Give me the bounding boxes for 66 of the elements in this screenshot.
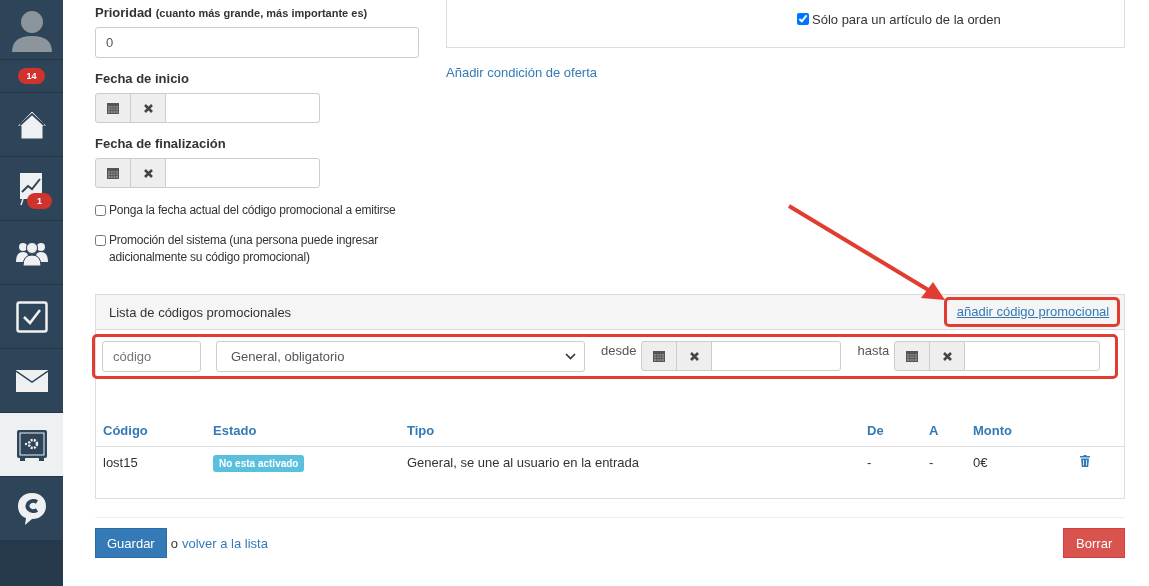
table-cell: - (860, 446, 922, 498)
table-cell: - (922, 446, 966, 498)
date-field[interactable] (711, 341, 842, 371)
calendar-icon (906, 350, 919, 362)
close-icon (142, 167, 154, 179)
checkbox-label: Ponga la fecha actual del código promocional a emitirse (109, 202, 396, 219)
add-promo-code-link[interactable]: añadir código promocional (956, 304, 1110, 319)
column-header: Código (96, 415, 206, 447)
chart-board-icon (18, 171, 45, 206)
calendar-icon (107, 167, 119, 179)
date-field[interactable] (964, 341, 1101, 371)
clear-button[interactable] (676, 341, 713, 371)
calendar-icon (107, 102, 119, 114)
column-header: Tipo (400, 415, 860, 447)
trash-icon[interactable] (1080, 455, 1090, 467)
checkbox[interactable] (797, 13, 809, 25)
priority-field[interactable]: 0 (95, 27, 419, 58)
start-date-label: Fecha de inicio (95, 71, 190, 86)
clear-button[interactable] (929, 341, 966, 371)
status-badge: No esta activado (213, 455, 305, 472)
users-icon (15, 239, 48, 266)
close-icon (688, 350, 700, 362)
save-button[interactable]: Guardar (95, 528, 167, 558)
notification-badge: 1 (27, 193, 52, 209)
sidebar-item[interactable]: 1 (0, 157, 63, 221)
to-label: hasta (857, 343, 890, 358)
add-condition-link[interactable]: Añadir condición de oferta (446, 65, 1126, 80)
safe-icon (15, 428, 48, 461)
clear-button[interactable] (130, 158, 166, 188)
column-header: A (922, 415, 966, 447)
panel-title: Lista de códigos promocionales (109, 304, 292, 320)
checkbox[interactable] (95, 205, 106, 216)
calendar-button[interactable] (894, 341, 931, 371)
close-icon (142, 102, 154, 114)
calendar-icon (653, 350, 666, 362)
from-label: desde (601, 343, 637, 358)
table-cell: 0€ (966, 446, 1068, 498)
delete-button[interactable]: Borrar (1063, 528, 1126, 558)
or-text: o (170, 535, 178, 551)
clear-button[interactable] (130, 93, 166, 123)
sidebar-item[interactable]: 14 (0, 60, 63, 93)
table-cell: General, se une al usuario en la entrada (400, 446, 860, 498)
code-field[interactable]: código (102, 341, 201, 372)
calendar-button[interactable] (95, 93, 131, 123)
column-header: Estado (206, 415, 400, 447)
checkbox-label: Promoción del sistema (una persona puede ingresar adicionalmente su código promocional) (109, 232, 380, 266)
checkbox-label: Sólo para un artículo de la orden (812, 11, 1001, 28)
calendar-button[interactable] (641, 341, 678, 371)
chat-bubble-icon (16, 491, 47, 526)
back-to-list-link[interactable]: volver a la lista (181, 535, 268, 551)
close-icon (941, 350, 953, 362)
column-header: De (860, 415, 922, 447)
checkbox[interactable] (95, 235, 106, 246)
calendar-button[interactable] (95, 158, 131, 188)
priority-label: Prioridad (cuanto más grande, más importante es) (95, 5, 369, 20)
end-date-label: Fecha de finalización (95, 136, 227, 151)
mail-icon (15, 369, 48, 392)
notification-badge: 14 (18, 68, 45, 84)
caret-icon (565, 353, 576, 360)
date-field[interactable] (165, 158, 320, 188)
date-field[interactable] (165, 93, 320, 123)
type-select[interactable]: General, obligatorio (216, 341, 585, 372)
sidebar-item[interactable] (0, 413, 63, 477)
checkbox-icon (15, 300, 48, 333)
table-cell: lost15 (96, 446, 206, 498)
column-header: Monto (966, 415, 1068, 447)
